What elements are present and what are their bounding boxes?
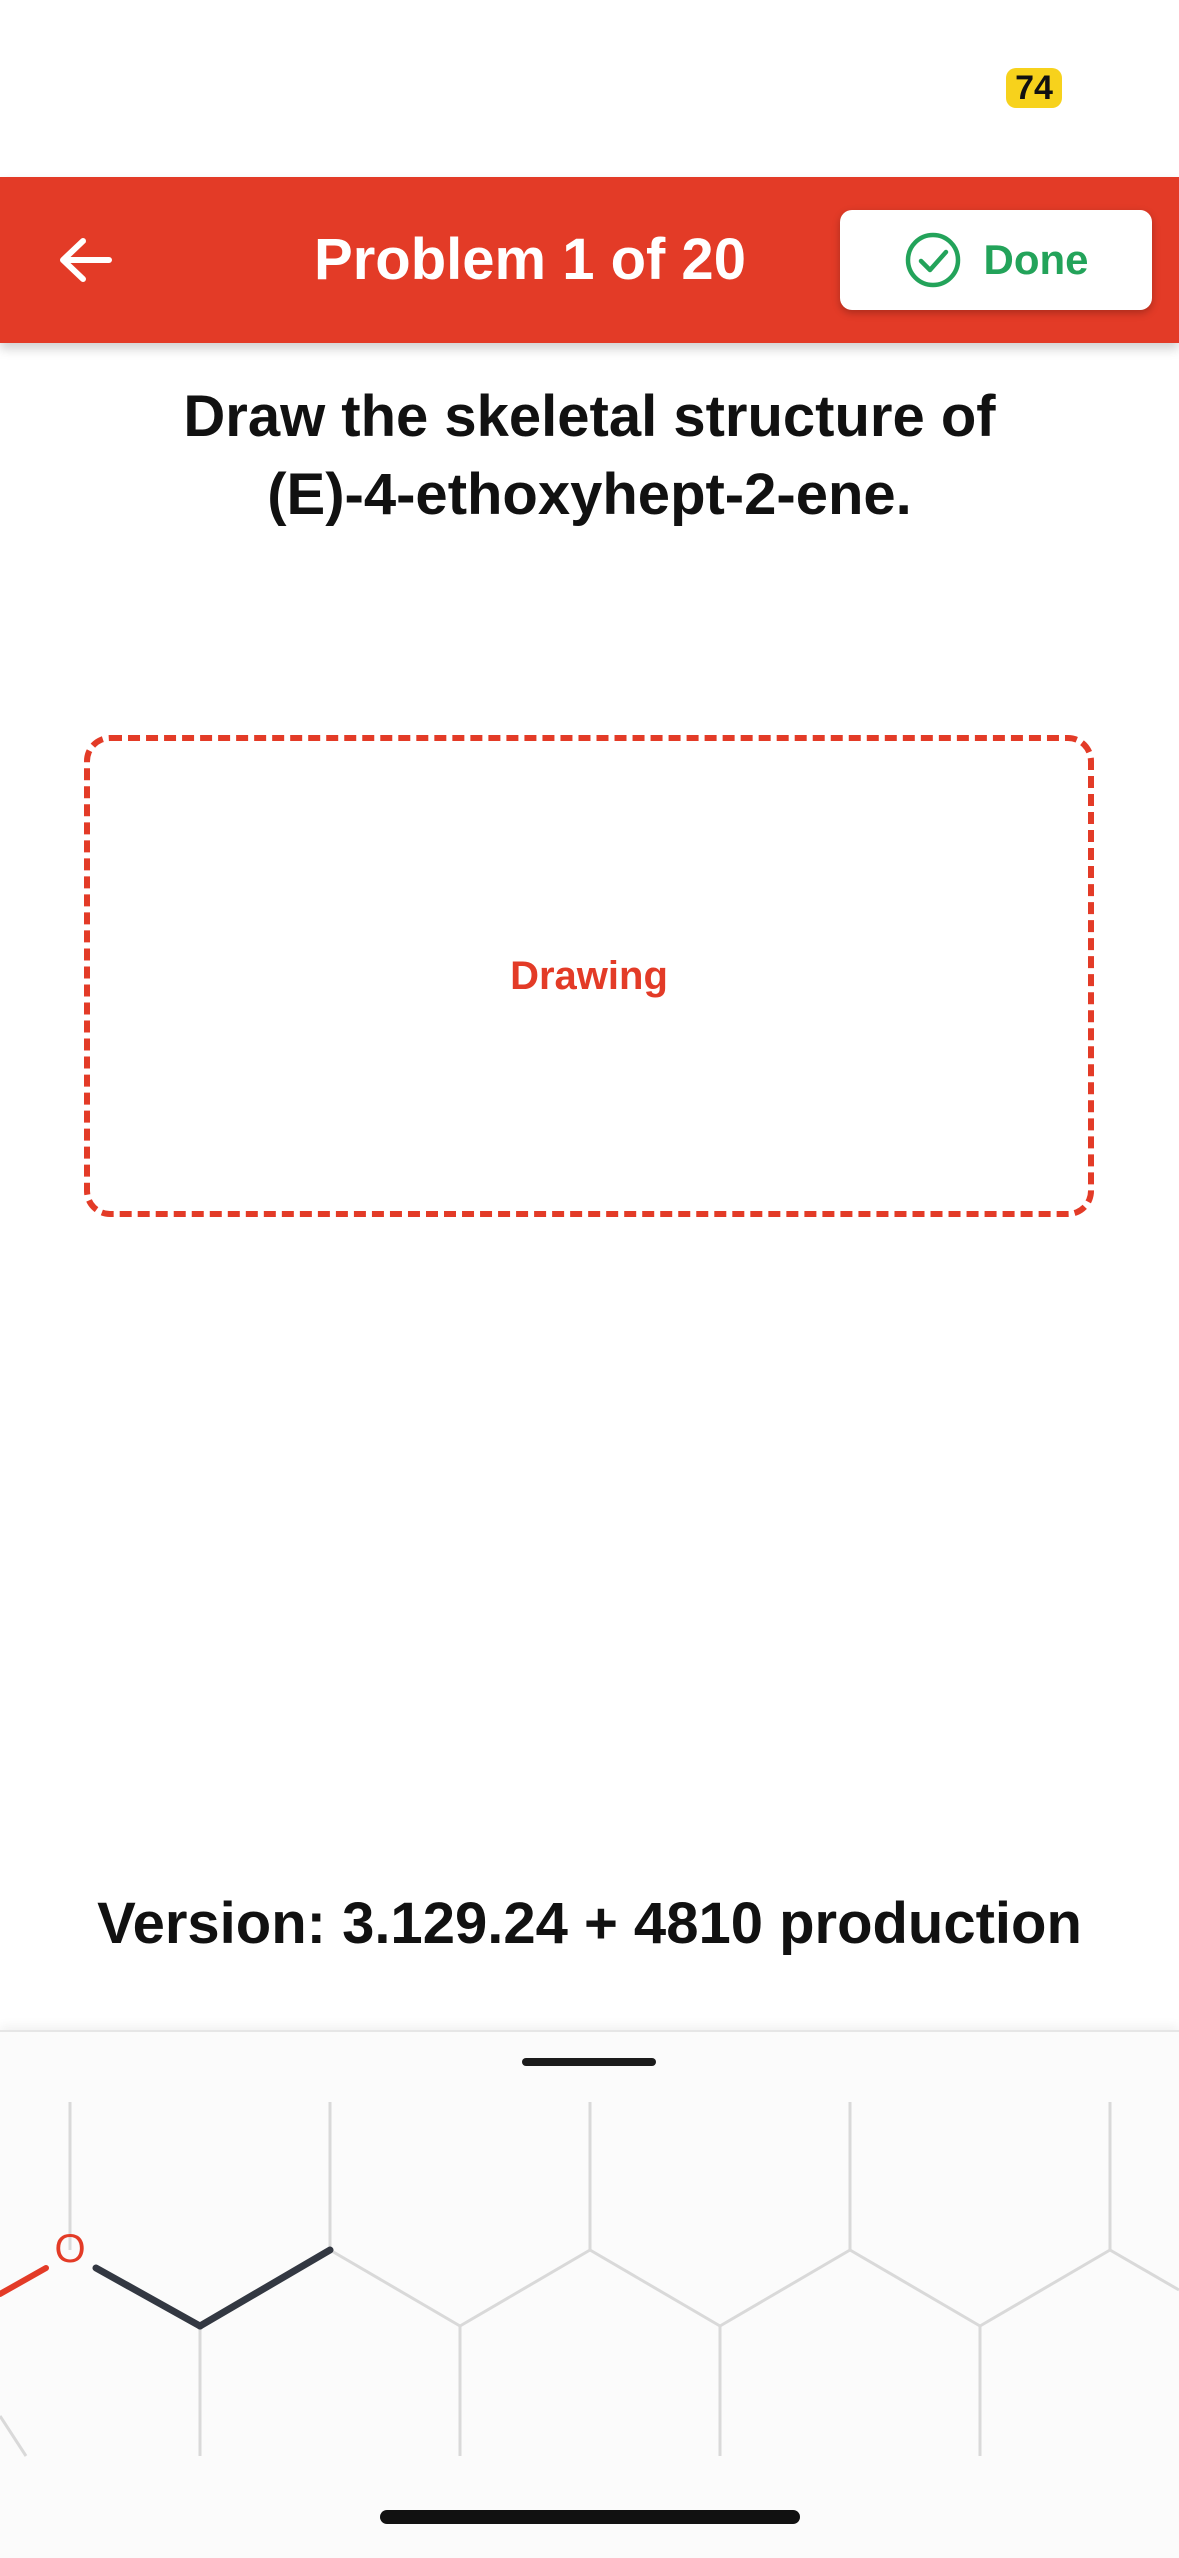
- page-title: Problem 1 of 20: [314, 227, 746, 292]
- drawing-area[interactable]: Drawing: [84, 735, 1094, 1217]
- version-text: Version: 3.129.24 + 4810 production: [97, 1891, 1082, 1956]
- top-app-bar: Problem 1 of 20 Done: [0, 177, 1179, 343]
- hex-grid: [0, 2102, 1179, 2457]
- question-prompt: Draw the skeletal structure of (E)-4-eth…: [60, 378, 1119, 534]
- done-label: Done: [983, 236, 1089, 283]
- status-badge: 74: [1006, 68, 1062, 108]
- back-button[interactable]: [48, 215, 122, 305]
- oxygen-atom-label[interactable]: O: [54, 2227, 85, 2271]
- drawing-label: Drawing: [510, 953, 668, 998]
- question-line-1: Draw the skeletal structure of: [183, 384, 996, 449]
- sheet-drag-handle[interactable]: [522, 2058, 656, 2066]
- question-line-2: (E)-4-ethoxyhept-2-ene.: [267, 462, 912, 527]
- done-button[interactable]: Done: [840, 210, 1152, 310]
- molecule-bonds: [0, 2246, 334, 2330]
- molecule-canvas[interactable]: O: [0, 2032, 1179, 2558]
- molecule-sheet[interactable]: O: [0, 2030, 1179, 2558]
- home-indicator[interactable]: [380, 2510, 800, 2524]
- arrow-left-icon: [60, 238, 112, 282]
- check-circle-icon: [905, 232, 960, 288]
